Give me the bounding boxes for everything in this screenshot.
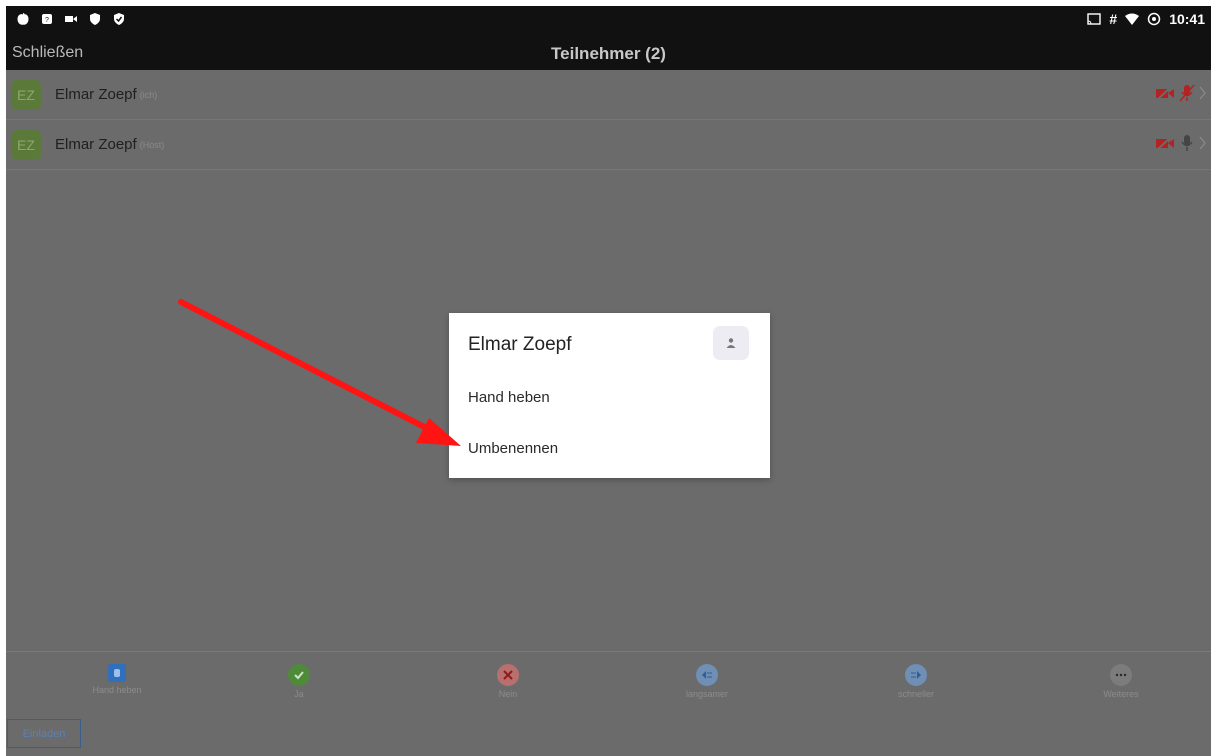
annotation-arrow	[178, 299, 461, 446]
app-frame: ? # 10:41 Schließen Teilnehmer (2) EZ El…	[6, 6, 1211, 756]
